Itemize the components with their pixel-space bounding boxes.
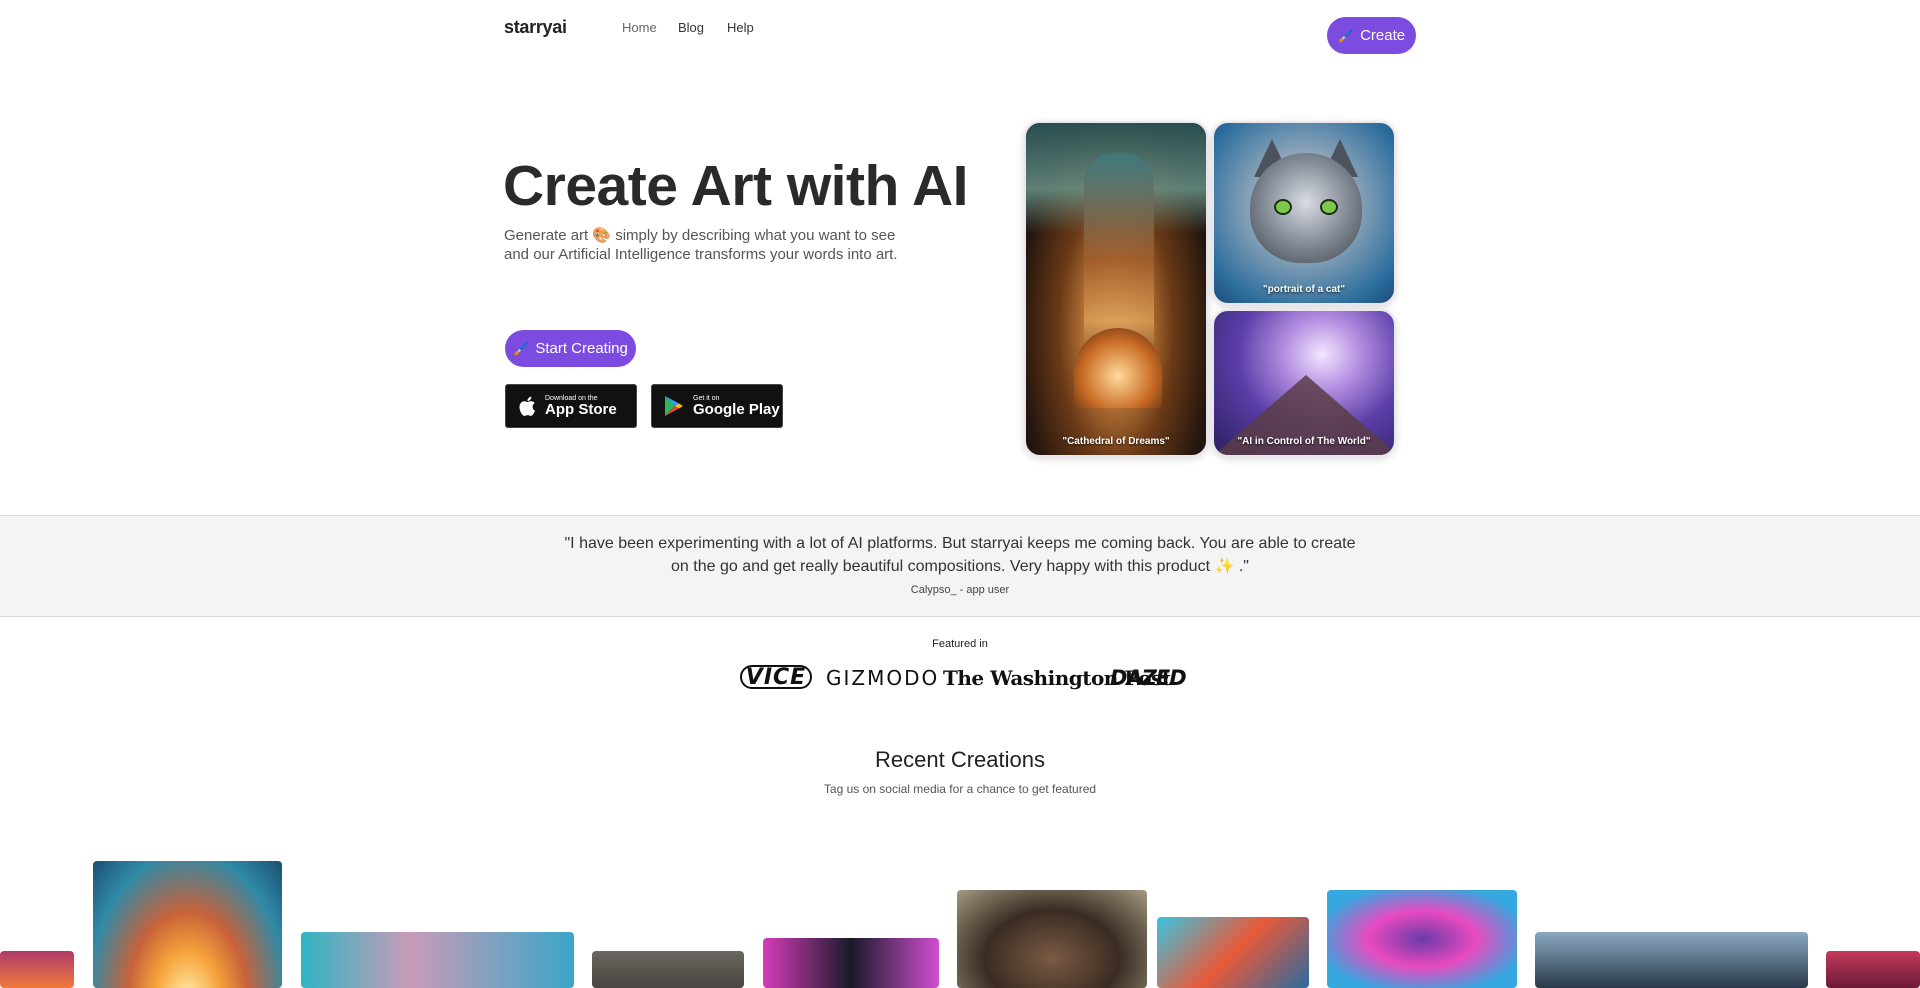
artwork-cat-eye xyxy=(1320,199,1338,215)
testimonial-quote: "I have been experimenting with a lot of… xyxy=(560,532,1360,578)
start-creating-button[interactable]: 🖌️ Start Creating xyxy=(505,330,636,367)
google-play-big-text: Google Play xyxy=(693,400,780,418)
hero-description-line-2: and our Artificial Intelligence transfor… xyxy=(504,246,898,263)
create-button[interactable]: 🖌️ Create xyxy=(1327,17,1416,54)
testimonial-quote-line-2: on the go and get really beautiful compo… xyxy=(671,558,1249,575)
apple-icon xyxy=(519,396,535,416)
nav-help-link[interactable]: Help xyxy=(727,20,754,35)
art-caption: "Cathedral of Dreams" xyxy=(1062,436,1170,447)
google-play-text: Get it on Google Play xyxy=(693,395,780,418)
recent-creation-thumbnail[interactable] xyxy=(0,951,74,988)
artwork-cat-eye xyxy=(1274,199,1292,215)
recent-creation-thumbnail[interactable] xyxy=(957,890,1147,988)
testimonial-author: Calypso_ - app user xyxy=(910,584,1010,596)
artwork-arch xyxy=(1074,328,1162,408)
google-play-button[interactable]: Get it on Google Play xyxy=(651,384,783,428)
artwork-cat-head xyxy=(1250,153,1362,263)
art-card-space[interactable]: "AI in Control of The World" xyxy=(1212,309,1396,457)
app-store-button[interactable]: Download on the App Store xyxy=(505,384,637,428)
testimonial-quote-line-1: "I have been experimenting with a lot of… xyxy=(564,535,1356,552)
recent-creation-thumbnail[interactable] xyxy=(763,938,939,988)
recent-creations-subtitle: Tag us on social media for a chance to g… xyxy=(823,782,1097,796)
hero-description-line-1: Generate art 🎨 simply by describing what… xyxy=(504,227,896,244)
hero-title: Create Art with AI xyxy=(503,154,969,218)
recent-creation-thumbnail[interactable] xyxy=(1157,917,1309,988)
recent-creation-thumbnail[interactable] xyxy=(1327,890,1517,988)
recent-creation-thumbnail[interactable] xyxy=(1826,951,1920,988)
art-card-cat[interactable]: "portrait of a cat" xyxy=(1212,121,1396,305)
art-caption: "portrait of a cat" xyxy=(1262,284,1346,295)
testimonial-section: "I have been experimenting with a lot of… xyxy=(0,515,1920,617)
recent-creation-thumbnail[interactable] xyxy=(1535,932,1808,988)
app-store-text: Download on the App Store xyxy=(545,395,617,418)
gizmodo-logo: GIZMODO xyxy=(826,666,940,690)
logo[interactable]: starryai xyxy=(504,17,567,38)
paintbrush-icon: 🖌️ xyxy=(513,340,530,356)
featured-in-label: Featured in xyxy=(932,638,988,650)
paintbrush-icon: 🖌️ xyxy=(1337,27,1355,43)
nav-blog-link[interactable]: Blog xyxy=(678,20,704,35)
create-button-label: Create xyxy=(1360,27,1406,44)
dazed-logo: DAZED xyxy=(1110,666,1187,690)
top-nav: starryai Home Blog Help 🖌️ Create xyxy=(0,0,1920,70)
recent-creation-thumbnail[interactable] xyxy=(301,932,574,988)
art-card-cathedral[interactable]: "Cathedral of Dreams" xyxy=(1024,121,1208,457)
app-store-big-text: App Store xyxy=(545,400,617,418)
recent-creation-thumbnail[interactable] xyxy=(592,951,744,988)
art-caption: "AI in Control of The World" xyxy=(1237,436,1371,447)
recent-creations-title: Recent Creations xyxy=(875,747,1045,772)
nav-home-link[interactable]: Home xyxy=(622,20,657,35)
recent-creation-thumbnail[interactable] xyxy=(93,861,282,988)
start-creating-label: Start Creating xyxy=(535,340,628,357)
google-play-icon xyxy=(665,396,683,416)
hero-description: Generate art 🎨 simply by describing what… xyxy=(504,226,924,264)
vice-logo: VICE xyxy=(740,665,812,690)
